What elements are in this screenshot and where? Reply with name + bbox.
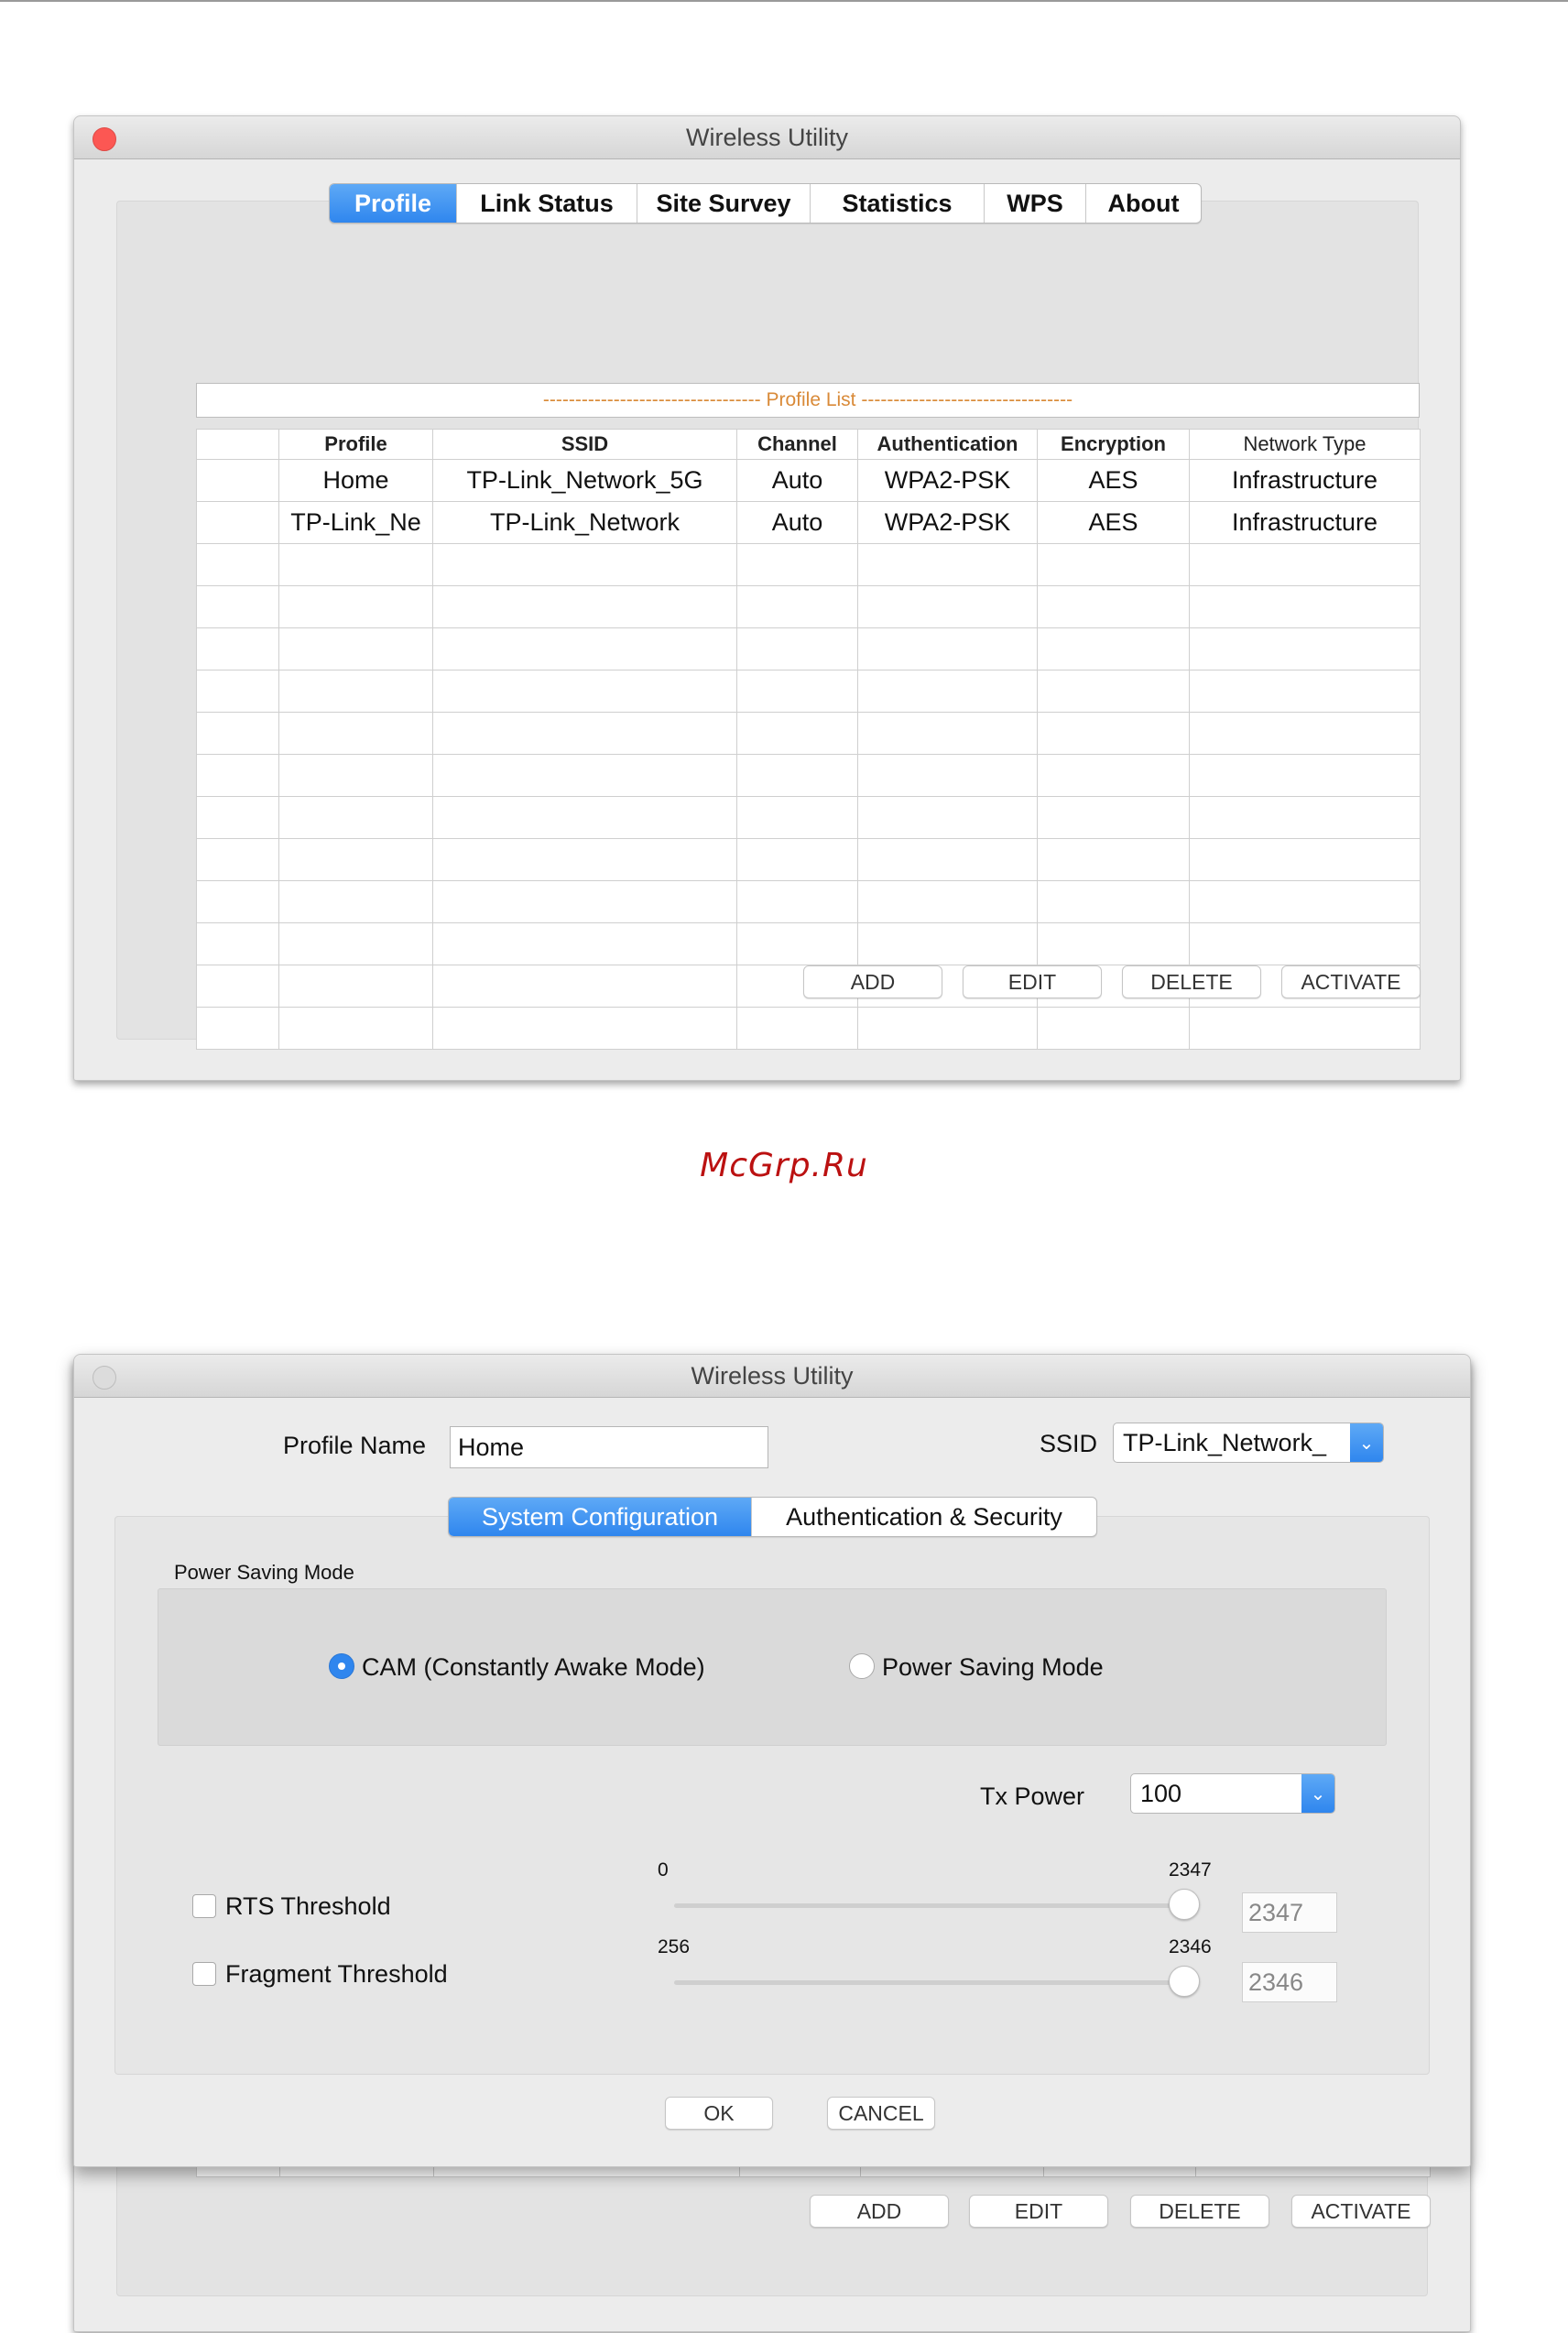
table-cell: Auto	[736, 501, 858, 544]
page-top-rule	[0, 0, 1568, 2]
main-tab-bar: Profile Link Status Site Survey Statisti…	[329, 183, 1202, 223]
rts-min-label: 0	[658, 1859, 669, 1881]
chevron-down-icon[interactable]: ⌄	[1301, 1774, 1334, 1813]
table-cell: TP-Link_Ne	[278, 501, 433, 544]
activate-button[interactable]: ACTIVATE	[1281, 965, 1421, 998]
ssid-select[interactable]: TP-Link_Network_ ⌄	[1113, 1423, 1384, 1463]
tx-power-selected-value: 100	[1140, 1779, 1182, 1807]
fragment-threshold-checkbox[interactable]	[192, 1962, 216, 1986]
table-row[interactable]: Home TP-Link_Network_5G Auto WPA2-PSK AE…	[196, 459, 1421, 502]
system-configuration-panel: Power Saving Mode CAM (Constantly Awake …	[114, 1516, 1430, 2075]
title-bar[interactable]: Wireless Utility	[74, 1355, 1470, 1398]
tab-content-area: ---------------------------------- Profi…	[116, 201, 1421, 1050]
rts-value-field[interactable]: 2347	[1242, 1892, 1337, 1933]
empty-row[interactable]	[196, 754, 1421, 797]
table-cell	[196, 459, 279, 502]
table-cell	[196, 501, 279, 544]
empty-row[interactable]	[196, 543, 1421, 586]
add-button-background[interactable]: ADD	[810, 2195, 949, 2228]
tab-profile[interactable]: Profile	[330, 184, 457, 223]
empty-row[interactable]	[196, 712, 1421, 755]
tx-power-select[interactable]: 100 ⌄	[1130, 1773, 1335, 1814]
empty-row[interactable]	[196, 670, 1421, 713]
activate-button-background[interactable]: ACTIVATE	[1291, 2195, 1431, 2228]
add-button[interactable]: ADD	[803, 965, 942, 998]
window-title: Wireless Utility	[691, 1362, 854, 1390]
fragment-threshold-label[interactable]: Fragment Threshold	[225, 1960, 448, 1989]
empty-row[interactable]	[196, 838, 1421, 881]
table-cell: Infrastructure	[1189, 501, 1421, 544]
column-header-authentication[interactable]: Authentication	[857, 429, 1038, 460]
empty-row[interactable]	[196, 796, 1421, 839]
profile-name-input[interactable]: Home	[450, 1426, 768, 1468]
column-header-channel[interactable]: Channel	[736, 429, 858, 460]
profile-table: Profile SSID Channel Authentication Encr…	[196, 429, 1421, 1050]
power-saving-radio[interactable]	[849, 1653, 875, 1679]
delete-button-background[interactable]: DELETE	[1130, 2195, 1269, 2228]
wireless-utility-window-profile: Wireless Utility -----------------------…	[73, 115, 1461, 1081]
fragment-slider-track[interactable]	[674, 1980, 1183, 1985]
table-cell: WPA2-PSK	[857, 501, 1038, 544]
ssid-selected-value: TP-Link_Network_	[1123, 1428, 1327, 1456]
column-header	[196, 429, 279, 460]
empty-row[interactable]	[196, 585, 1421, 628]
tab-wps[interactable]: WPS	[985, 184, 1086, 223]
chevron-down-icon[interactable]: ⌄	[1350, 1423, 1383, 1462]
column-header-ssid[interactable]: SSID	[432, 429, 737, 460]
column-header-encryption[interactable]: Encryption	[1037, 429, 1190, 460]
window-title: Wireless Utility	[685, 124, 848, 151]
fragment-value-field[interactable]: 2346	[1242, 1962, 1337, 2002]
fragment-min-label: 256	[658, 1936, 691, 1957]
empty-row[interactable]	[196, 922, 1421, 965]
empty-row[interactable]	[196, 627, 1421, 670]
table-cell: AES	[1037, 459, 1190, 502]
table-header-row: Profile SSID Channel Authentication Encr…	[196, 429, 1421, 460]
watermark-text: McGrp.Ru	[700, 1147, 868, 1184]
profile-list-caption: ---------------------------------- Profi…	[196, 383, 1420, 418]
cam-radio[interactable]	[329, 1653, 354, 1679]
ok-button[interactable]: OK	[665, 2097, 773, 2130]
tab-system-configuration[interactable]: System Configuration	[449, 1498, 752, 1536]
tab-link-status[interactable]: Link Status	[457, 184, 637, 223]
table-row[interactable]: TP-Link_Ne TP-Link_Network Auto WPA2-PSK…	[196, 501, 1421, 544]
edit-button[interactable]: EDIT	[963, 965, 1102, 998]
fragment-max-label: 2346	[1169, 1936, 1212, 1957]
edit-button-background[interactable]: EDIT	[969, 2195, 1108, 2228]
rts-slider-handle[interactable]	[1169, 1889, 1200, 1920]
config-tab-bar: System Configuration Authentication & Se…	[448, 1497, 1097, 1537]
ssid-label: SSID	[1040, 1430, 1098, 1457]
table-cell: AES	[1037, 501, 1190, 544]
table-cell: TP-Link_Network	[432, 501, 737, 544]
cam-radio-label[interactable]: CAM (Constantly Awake Mode)	[362, 1653, 705, 1682]
power-saving-group: CAM (Constantly Awake Mode) Power Saving…	[158, 1588, 1387, 1746]
table-cell: WPA2-PSK	[857, 459, 1038, 502]
column-header-network-type[interactable]: Network Type	[1189, 429, 1421, 460]
tx-power-label: Tx Power	[980, 1782, 1085, 1810]
wireless-utility-window-profile-editor: Wireless Utility Profile Name Home SSID …	[73, 1354, 1471, 2167]
fragment-slider-handle[interactable]	[1169, 1966, 1200, 1997]
power-saving-radio-label[interactable]: Power Saving Mode	[882, 1653, 1104, 1682]
table-cell: Infrastructure	[1189, 459, 1421, 502]
delete-button[interactable]: DELETE	[1122, 965, 1261, 998]
tab-statistics[interactable]: Statistics	[811, 184, 985, 223]
table-cell: Home	[278, 459, 433, 502]
tab-site-survey[interactable]: Site Survey	[637, 184, 811, 223]
rts-threshold-label[interactable]: RTS Threshold	[225, 1892, 391, 1921]
table-cell: TP-Link_Network_5G	[432, 459, 737, 502]
empty-row[interactable]	[196, 880, 1421, 923]
profile-name-label: Profile Name	[283, 1432, 427, 1459]
power-saving-group-label: Power Saving Mode	[174, 1561, 354, 1584]
column-header-profile[interactable]: Profile	[278, 429, 433, 460]
title-bar[interactable]: Wireless Utility	[74, 116, 1460, 159]
tab-about[interactable]: About	[1086, 184, 1201, 223]
rts-threshold-checkbox[interactable]	[192, 1894, 216, 1918]
empty-row[interactable]	[196, 1007, 1421, 1050]
table-cell: Auto	[736, 459, 858, 502]
rts-slider-track[interactable]	[674, 1903, 1183, 1908]
tab-authentication-security[interactable]: Authentication & Security	[752, 1498, 1096, 1536]
cancel-button[interactable]: CANCEL	[827, 2097, 935, 2130]
rts-max-label: 2347	[1169, 1859, 1212, 1881]
